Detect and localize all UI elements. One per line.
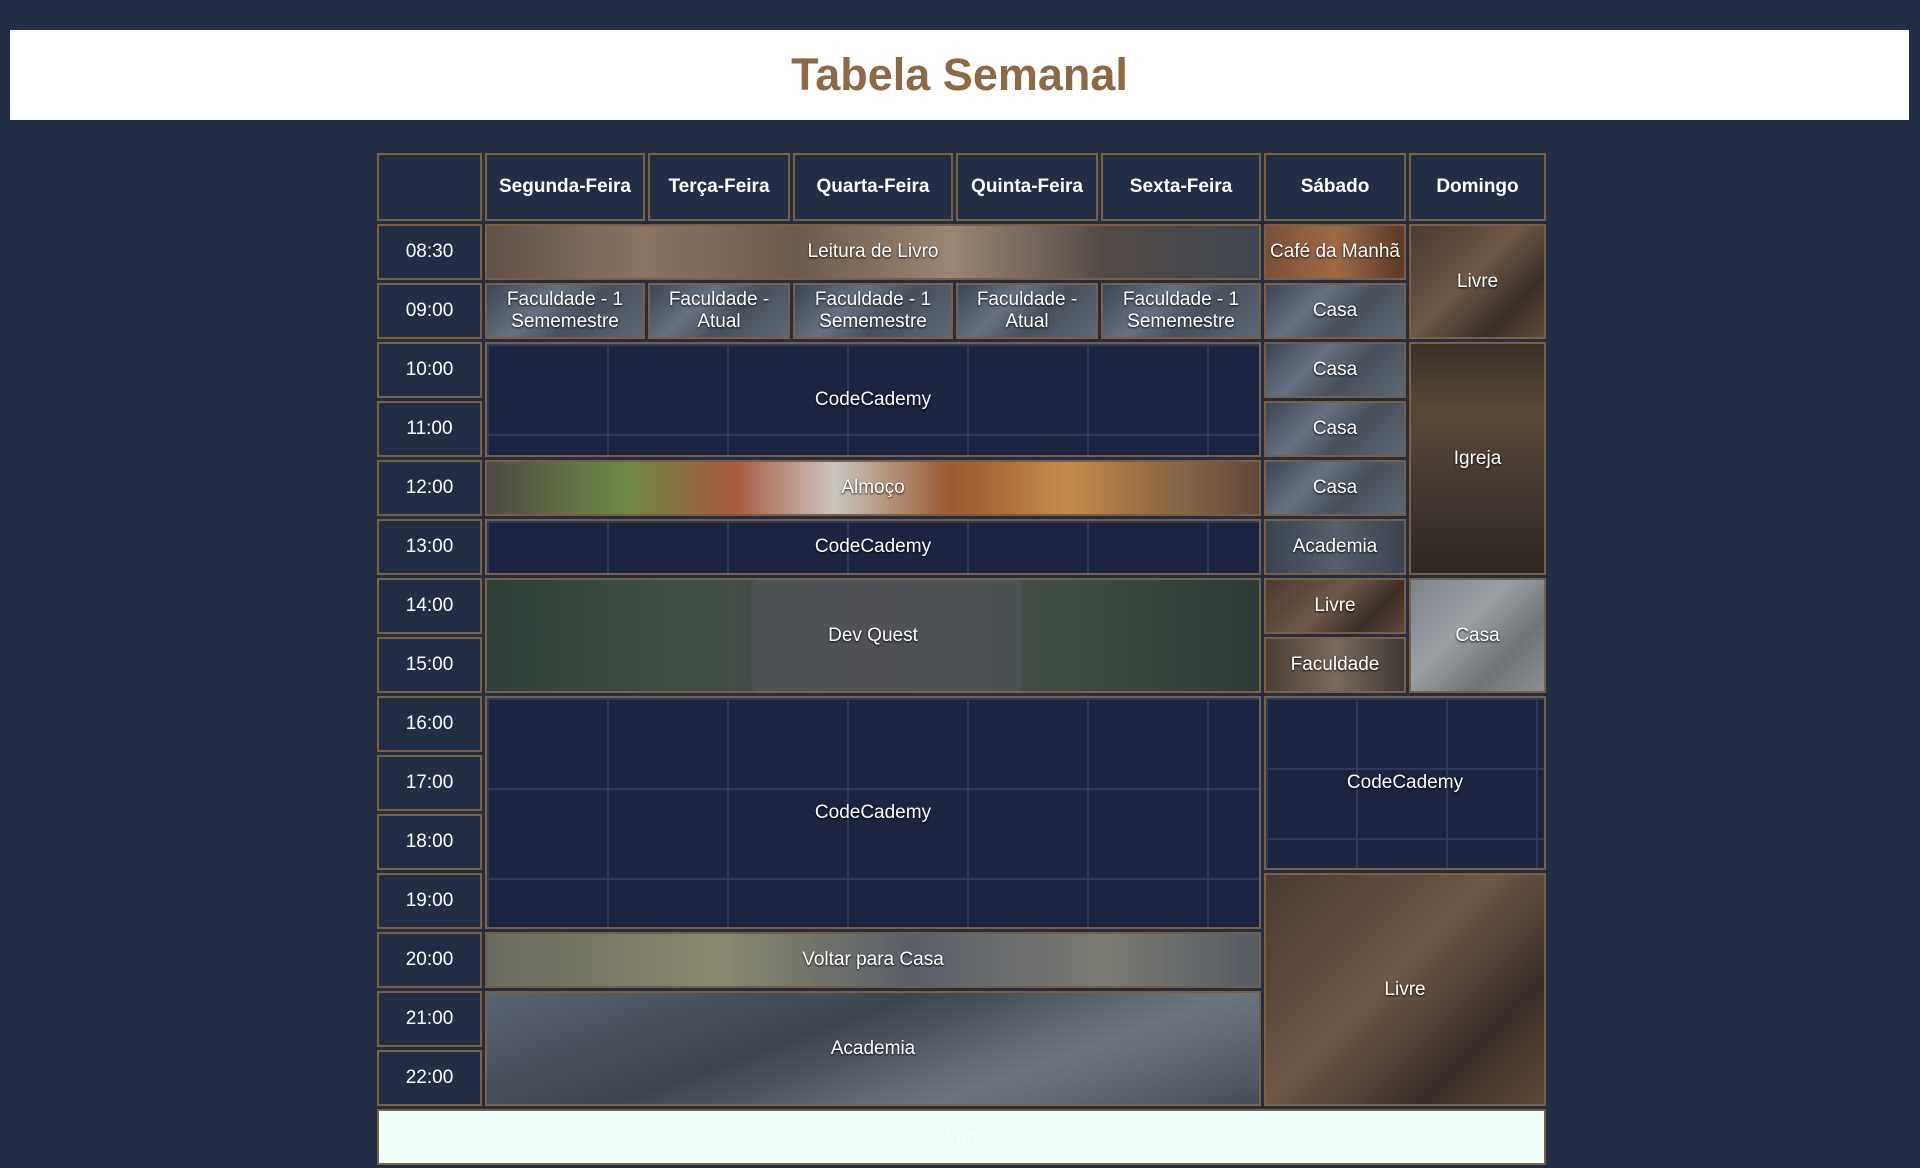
activity-gym-saturday: Academia: [1264, 519, 1406, 575]
weekly-schedule-table: Segunda-Feira Terça-Feira Quarta-Feira Q…: [374, 150, 1549, 1168]
time-row: 12:00 Almoço Casa: [377, 460, 1546, 516]
activity-label: Casa: [1312, 359, 1358, 381]
activity-go-home: Voltar para Casa: [485, 932, 1261, 988]
corner-cell: [377, 153, 482, 221]
time-cell: 11:00: [377, 401, 482, 457]
activity-label: CodeCademy: [814, 388, 932, 410]
activity-label: Academia: [1292, 536, 1378, 558]
activity-label: Faculdade - 1 Sememestre: [506, 289, 624, 332]
time-cell: 13:00: [377, 519, 482, 575]
header-row: Segunda-Feira Terça-Feira Quarta-Feira Q…: [377, 153, 1546, 221]
activity-label: Faculdade - Atual: [976, 289, 1078, 332]
day-header-saturday: Sábado: [1264, 153, 1406, 221]
activity-label: Café da Manhã: [1270, 241, 1400, 263]
activity-label: Voltar para Casa: [802, 949, 944, 971]
time-cell: 20:00: [377, 932, 482, 988]
day-header-monday: Segunda-Feira: [485, 153, 645, 221]
time-cell: 15:00: [377, 637, 482, 693]
activity-dev-quest: Dev Quest: [485, 578, 1261, 693]
day-header-wednesday: Quarta-Feira: [793, 153, 953, 221]
activity-label: CodeCademy: [1346, 772, 1464, 794]
day-header-tuesday: Terça-Feira: [648, 153, 790, 221]
day-header-friday: Sexta-Feira: [1101, 153, 1261, 221]
activity-home-saturday: Casa: [1264, 283, 1406, 339]
time-cell: 17:00: [377, 755, 482, 811]
footer-end-label: Fim: [377, 1109, 1546, 1165]
activity-college-friday: Faculdade - 1 Sememestre: [1101, 283, 1261, 339]
time-cell: 19:00: [377, 873, 482, 929]
time-row: 10:00 CodeCademy Casa Igreja: [377, 342, 1546, 575]
time-cell: 12:00: [377, 460, 482, 516]
activity-label: Faculdade - Atual: [668, 289, 770, 332]
activity-codecademy-afternoon: CodeCademy: [485, 519, 1261, 575]
activity-codecademy-weekend: CodeCademy: [1264, 696, 1546, 870]
day-header-sunday: Domingo: [1409, 153, 1546, 221]
activity-label: CodeCademy: [814, 801, 932, 823]
activity-breakfast: Café da Manhã: [1264, 224, 1406, 280]
activity-lunch: Almoço: [485, 460, 1261, 516]
activity-college-thursday: Faculdade - Atual: [956, 283, 1098, 339]
activity-label: Almoço: [841, 477, 905, 499]
footer-row: Fim: [377, 1109, 1546, 1165]
activity-free-saturday: Livre: [1264, 578, 1406, 634]
time-cell: 09:00: [377, 283, 482, 339]
activity-label: Livre: [1314, 595, 1356, 617]
activity-reading: Leitura de Livro: [485, 224, 1261, 280]
activity-home-sunday: Casa: [1409, 578, 1546, 693]
page-header: Tabela Semanal: [10, 30, 1909, 120]
activity-label: Dev Quest: [828, 624, 918, 646]
activity-label: Faculdade - 1 Sememestre: [1122, 289, 1240, 332]
activity-label: Livre: [1456, 270, 1499, 292]
activity-free-sunday-morning: Livre: [1409, 224, 1546, 339]
activity-label: Casa: [1455, 624, 1500, 646]
time-row: 13:00 CodeCademy Academia: [377, 519, 1546, 575]
time-cell: 22:00: [377, 1050, 482, 1106]
activity-label: Faculdade - 1 Sememestre: [814, 289, 932, 332]
time-cell: 21:00: [377, 991, 482, 1047]
activity-label: Academia: [830, 1037, 916, 1059]
time-cell: 18:00: [377, 814, 482, 870]
time-cell: 14:00: [377, 578, 482, 634]
activity-college-tuesday: Faculdade - Atual: [648, 283, 790, 339]
activity-label: Leitura de Livro: [807, 241, 939, 263]
activity-label: CodeCademy: [814, 536, 932, 558]
activity-codecademy-morning: CodeCademy: [485, 342, 1261, 457]
activity-label: Casa: [1312, 477, 1358, 499]
time-cell: 16:00: [377, 696, 482, 752]
activity-college-saturday: Faculdade: [1264, 637, 1406, 693]
activity-label: Faculdade: [1290, 654, 1380, 676]
activity-label: Igreja: [1453, 447, 1502, 469]
activity-gym-weekday: Academia: [485, 991, 1261, 1106]
page-title: Tabela Semanal: [791, 49, 1128, 100]
time-row: 16:00 CodeCademy CodeCademy: [377, 696, 1546, 929]
activity-college-monday: Faculdade - 1 Sememestre: [485, 283, 645, 339]
activity-home-saturday: Casa: [1264, 460, 1406, 516]
activity-label: Livre: [1384, 978, 1426, 1000]
activity-label: Casa: [1312, 300, 1358, 322]
activity-label: Casa: [1312, 418, 1358, 440]
activity-free-weekend-night: Livre: [1264, 873, 1546, 1106]
time-row: 14:00 Dev Quest Livre Casa: [377, 578, 1546, 693]
day-header-thursday: Quinta-Feira: [956, 153, 1098, 221]
activity-college-wednesday: Faculdade - 1 Sememestre: [793, 283, 953, 339]
activity-home-saturday: Casa: [1264, 342, 1406, 398]
time-cell: 08:30: [377, 224, 482, 280]
time-cell: 10:00: [377, 342, 482, 398]
activity-codecademy-evening: CodeCademy: [485, 696, 1261, 929]
activity-home-saturday: Casa: [1264, 401, 1406, 457]
time-row: 08:30 Leitura de Livro Café da Manhã Liv…: [377, 224, 1546, 339]
activity-church: Igreja: [1409, 342, 1546, 575]
time-row: 09:00 Faculdade - 1 Sememestre Faculdade…: [377, 283, 1546, 339]
